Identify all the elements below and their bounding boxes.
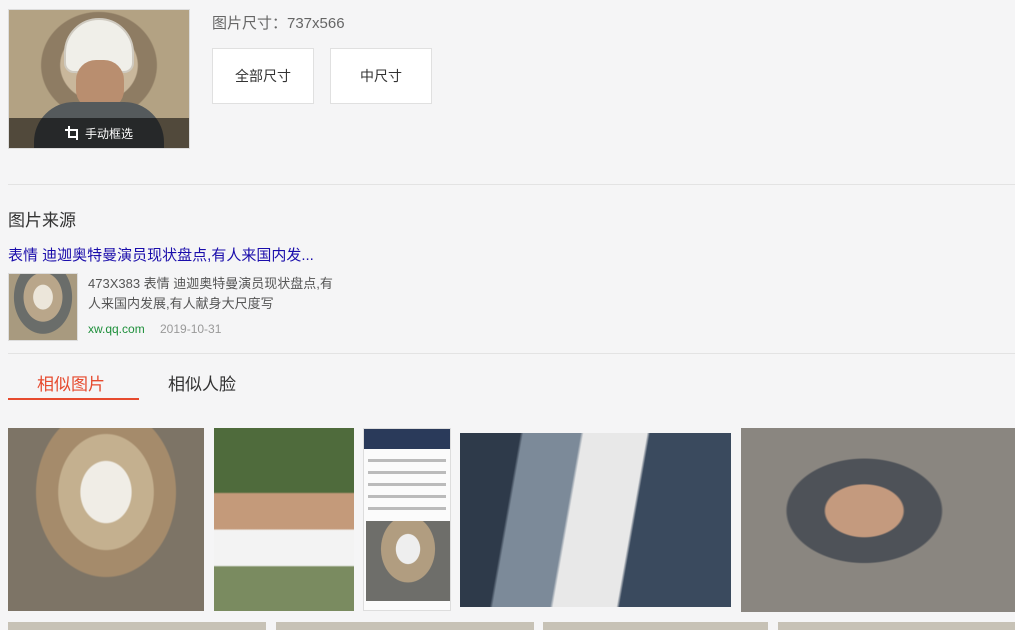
text-line: [368, 471, 446, 474]
manual-crop-button[interactable]: 手动框选: [9, 118, 189, 148]
active-tab-underline: [8, 398, 139, 400]
text-line: [368, 459, 446, 462]
similar-image-result[interactable]: [363, 428, 451, 611]
divider: [8, 184, 1015, 185]
similar-image-result[interactable]: [8, 622, 266, 630]
divider: [8, 353, 1015, 354]
similar-image-result[interactable]: [276, 622, 534, 630]
similar-image-result[interactable]: [741, 428, 1015, 612]
source-description: 473X383 表情 迪迦奥特曼演员现状盘点,有人来国内发展,有人献身大尺度写: [88, 276, 333, 311]
embedded-image: [366, 521, 450, 601]
similar-image-result[interactable]: [214, 428, 354, 611]
similar-image-result[interactable]: [8, 428, 204, 611]
phone-header-bar: [364, 429, 450, 449]
crop-icon: [64, 126, 79, 140]
similar-image-result[interactable]: [460, 433, 731, 607]
medium-size-button[interactable]: 中尺寸: [330, 48, 432, 104]
text-line: [368, 483, 446, 486]
source-title-link[interactable]: 表情 迪迦奥特曼演员现状盘点,有人来国内发...: [8, 244, 314, 265]
tab-similar-faces[interactable]: 相似人脸: [168, 370, 236, 395]
source-date: 2019-10-31: [160, 322, 222, 336]
similar-image-result[interactable]: [778, 622, 1015, 630]
source-thumbnail[interactable]: [8, 273, 78, 341]
source-site-link[interactable]: xw.qq.com: [88, 322, 145, 336]
similar-image-result[interactable]: [543, 622, 768, 630]
all-sizes-button[interactable]: 全部尺寸: [212, 48, 314, 104]
manual-crop-label: 手动框选: [84, 126, 133, 141]
image-size-label: 图片尺寸：737x566: [212, 15, 345, 32]
text-line: [368, 507, 446, 510]
source-section-title: 图片来源: [8, 211, 76, 230]
text-line: [368, 495, 446, 498]
tab-similar-images[interactable]: 相似图片: [37, 370, 105, 395]
query-image-thumbnail: 手动框选: [8, 9, 190, 149]
